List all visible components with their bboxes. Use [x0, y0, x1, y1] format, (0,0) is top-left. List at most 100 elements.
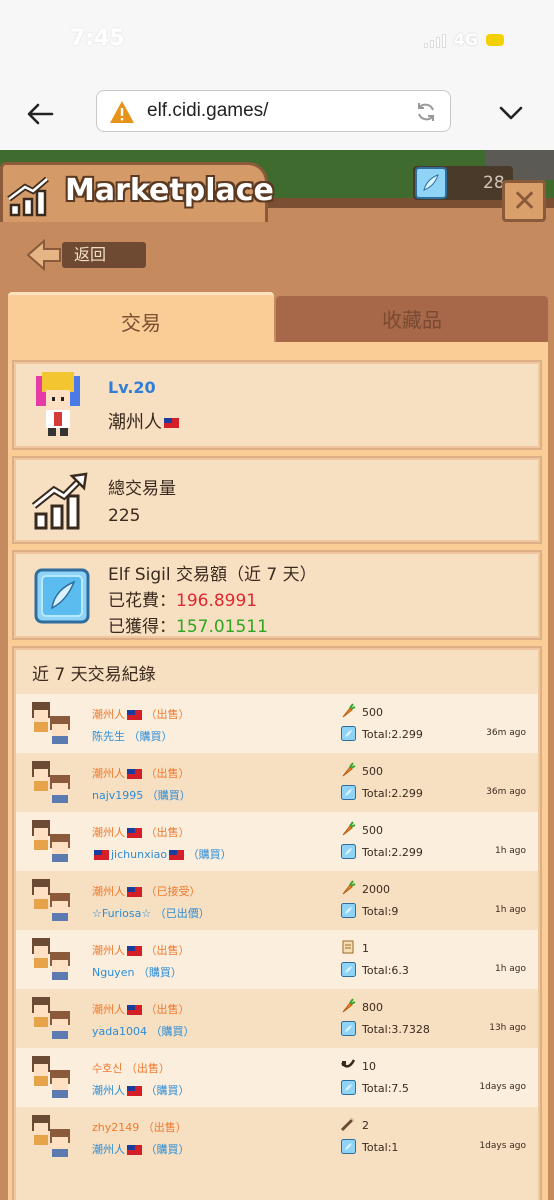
tab-bar: 交易 收藏品 — [8, 292, 548, 344]
table-row[interactable]: 수호신 （出售） 潮州人 （購買） 10 Total:7.5 1days ago — [16, 1048, 538, 1107]
buyer-name[interactable]: 潮州人 — [92, 1143, 125, 1156]
elf-sigil-gem-icon — [341, 726, 356, 741]
seller-name[interactable]: 潮州人 — [92, 885, 125, 898]
elf-sigil-gem-icon — [341, 844, 356, 859]
address-bar[interactable]: elf.cidi.games/ — [96, 90, 451, 132]
buyer-info: 陈先生 （購買） — [92, 728, 173, 744]
elf-sigil-gem-icon — [341, 903, 356, 918]
buyer-info: yada1004 （購買） — [92, 1023, 194, 1039]
buyer-name[interactable]: 陈先生 — [92, 730, 125, 743]
table-row[interactable]: 潮州人 （出售） 陈先生 （購買） 500 Total:2.299 36m ago — [16, 694, 538, 753]
trade-total: Total:3.7328 — [362, 1023, 430, 1036]
return-button[interactable]: 返回 — [26, 238, 146, 272]
table-row[interactable]: 潮州人 （出售） Nguyen （購買） 1 Total:6.3 1h ago — [16, 930, 538, 989]
seller-name[interactable]: 潮州人 — [92, 1003, 125, 1016]
item-quantity: 2000 — [362, 883, 390, 896]
status-time: 7:45 — [70, 26, 125, 51]
reload-icon[interactable] — [414, 100, 438, 124]
seller-note: （出售） — [145, 767, 190, 780]
spent-label: 已花費： — [108, 591, 176, 611]
sigil-spent: 已花費：196.8991 — [108, 586, 257, 611]
buyer-name[interactable]: jichunxiao — [111, 848, 167, 861]
carrot-icon — [342, 880, 356, 895]
seller-info: 潮州人 （出售） — [92, 706, 190, 722]
buyer-name[interactable]: ☆Furiosa☆ — [92, 907, 151, 920]
tab-trade[interactable]: 交易 — [8, 292, 274, 344]
seller-note: （已接受） — [145, 885, 201, 898]
table-row[interactable]: zhy2149 （出售） 潮州人 （購買） 2 Total:1 1days ago — [16, 1107, 538, 1166]
username: 潮州人 — [108, 408, 179, 434]
table-row[interactable]: 潮州人 （出售） jichunxiao （購買） 500 Total:2.299 1h … — [16, 812, 538, 871]
buyer-name[interactable]: yada1004 — [92, 1025, 147, 1038]
trade-total: Total:2.299 — [362, 846, 423, 859]
flag-icon — [127, 887, 142, 897]
seller-note: （出售） — [145, 826, 190, 839]
trade-total: Total:2.299 — [362, 728, 423, 741]
chevron-down-icon[interactable] — [496, 98, 526, 128]
buyer-note: （購買） — [128, 730, 173, 743]
buyer-note: （購買） — [145, 1084, 190, 1097]
seller-name[interactable]: 潮州人 — [92, 708, 125, 721]
username-text: 潮州人 — [108, 412, 162, 433]
seller-name[interactable]: 수호신 — [92, 1062, 122, 1075]
seller-note: （出售） — [125, 1062, 170, 1075]
status-bar: 7:45 4G — [0, 0, 554, 80]
table-row[interactable]: 潮州人 （出售） yada1004 （購買） 800 Total:3.7328 13h … — [16, 989, 538, 1048]
seller-info: 潮州人 （出售） — [92, 942, 190, 958]
buyer-name[interactable]: 潮州人 — [92, 1084, 125, 1097]
buyer-info: Nguyen （購買） — [92, 964, 182, 980]
page-title: Marketplace — [65, 173, 274, 208]
seller-info: 潮州人 （出售） — [92, 824, 190, 840]
elf-sigil-gem-icon — [341, 962, 356, 977]
battery-icon — [486, 33, 504, 46]
buyer-info: ☆Furiosa☆ （已出價） — [92, 905, 210, 921]
currency-display: 28 — [413, 166, 513, 200]
history-title: 近 7 天交易紀錄 — [32, 665, 156, 685]
trade-total: Total:2.299 — [362, 787, 423, 800]
flag-icon — [127, 769, 142, 779]
wand-icon — [340, 1117, 355, 1132]
sigil-title: Elf Sigil 交易額（近 7 天） — [108, 565, 317, 585]
flag-icon — [127, 828, 142, 838]
trade-time: 1h ago — [494, 846, 526, 856]
growth-chart-icon — [31, 472, 88, 530]
seller-name[interactable]: 潮州人 — [92, 944, 125, 957]
gained-label: 已獲得： — [108, 617, 176, 637]
volume-label: 總交易量 — [108, 479, 176, 499]
flag-icon — [127, 946, 142, 956]
buyer-name[interactable]: najv1995 — [92, 789, 143, 802]
seller-name[interactable]: zhy2149 — [92, 1121, 139, 1134]
url-text: elf.cidi.games/ — [147, 100, 269, 121]
seller-name[interactable]: 潮州人 — [92, 767, 125, 780]
item-quantity: 500 — [362, 706, 383, 719]
trader-avatars — [32, 938, 70, 980]
trade-time: 1h ago — [494, 905, 526, 915]
trade-time: 1days ago — [479, 1141, 526, 1151]
close-icon: ✕ — [512, 184, 538, 219]
tab-collectibles[interactable]: 收藏品 — [276, 296, 548, 342]
trade-total: Total:7.5 — [362, 1082, 409, 1095]
browser-toolbar: elf.cidi.games/ — [0, 80, 554, 150]
close-button[interactable]: ✕ — [502, 180, 546, 222]
warning-icon — [110, 101, 134, 123]
table-row[interactable]: 潮州人 （出售） najv1995 （購買） 500 Total:2.299 36m a… — [16, 753, 538, 812]
seller-name[interactable]: 潮州人 — [92, 826, 125, 839]
trade-time: 36m ago — [486, 787, 526, 797]
scroll-icon — [342, 940, 354, 954]
item-quantity: 500 — [362, 765, 383, 778]
flag-icon — [169, 850, 185, 860]
left-arrow-icon — [26, 238, 61, 272]
title-tab: Marketplace — [0, 162, 274, 222]
back-arrow-icon[interactable] — [22, 96, 58, 132]
flag-icon — [164, 418, 179, 428]
trade-time: 36m ago — [486, 728, 526, 738]
elf-sigil-gem-icon — [341, 1080, 356, 1095]
trader-avatars — [32, 761, 70, 803]
carrot-icon — [342, 998, 356, 1013]
trader-avatars — [32, 1115, 70, 1157]
avatar — [36, 372, 80, 436]
table-row[interactable]: 潮州人 （已接受） ☆Furiosa☆ （已出價） 2000 Total:9 1h ag… — [16, 871, 538, 930]
elf-sigil-gem-icon — [415, 167, 447, 199]
buyer-name[interactable]: Nguyen — [92, 966, 134, 979]
flag-icon — [127, 710, 142, 720]
